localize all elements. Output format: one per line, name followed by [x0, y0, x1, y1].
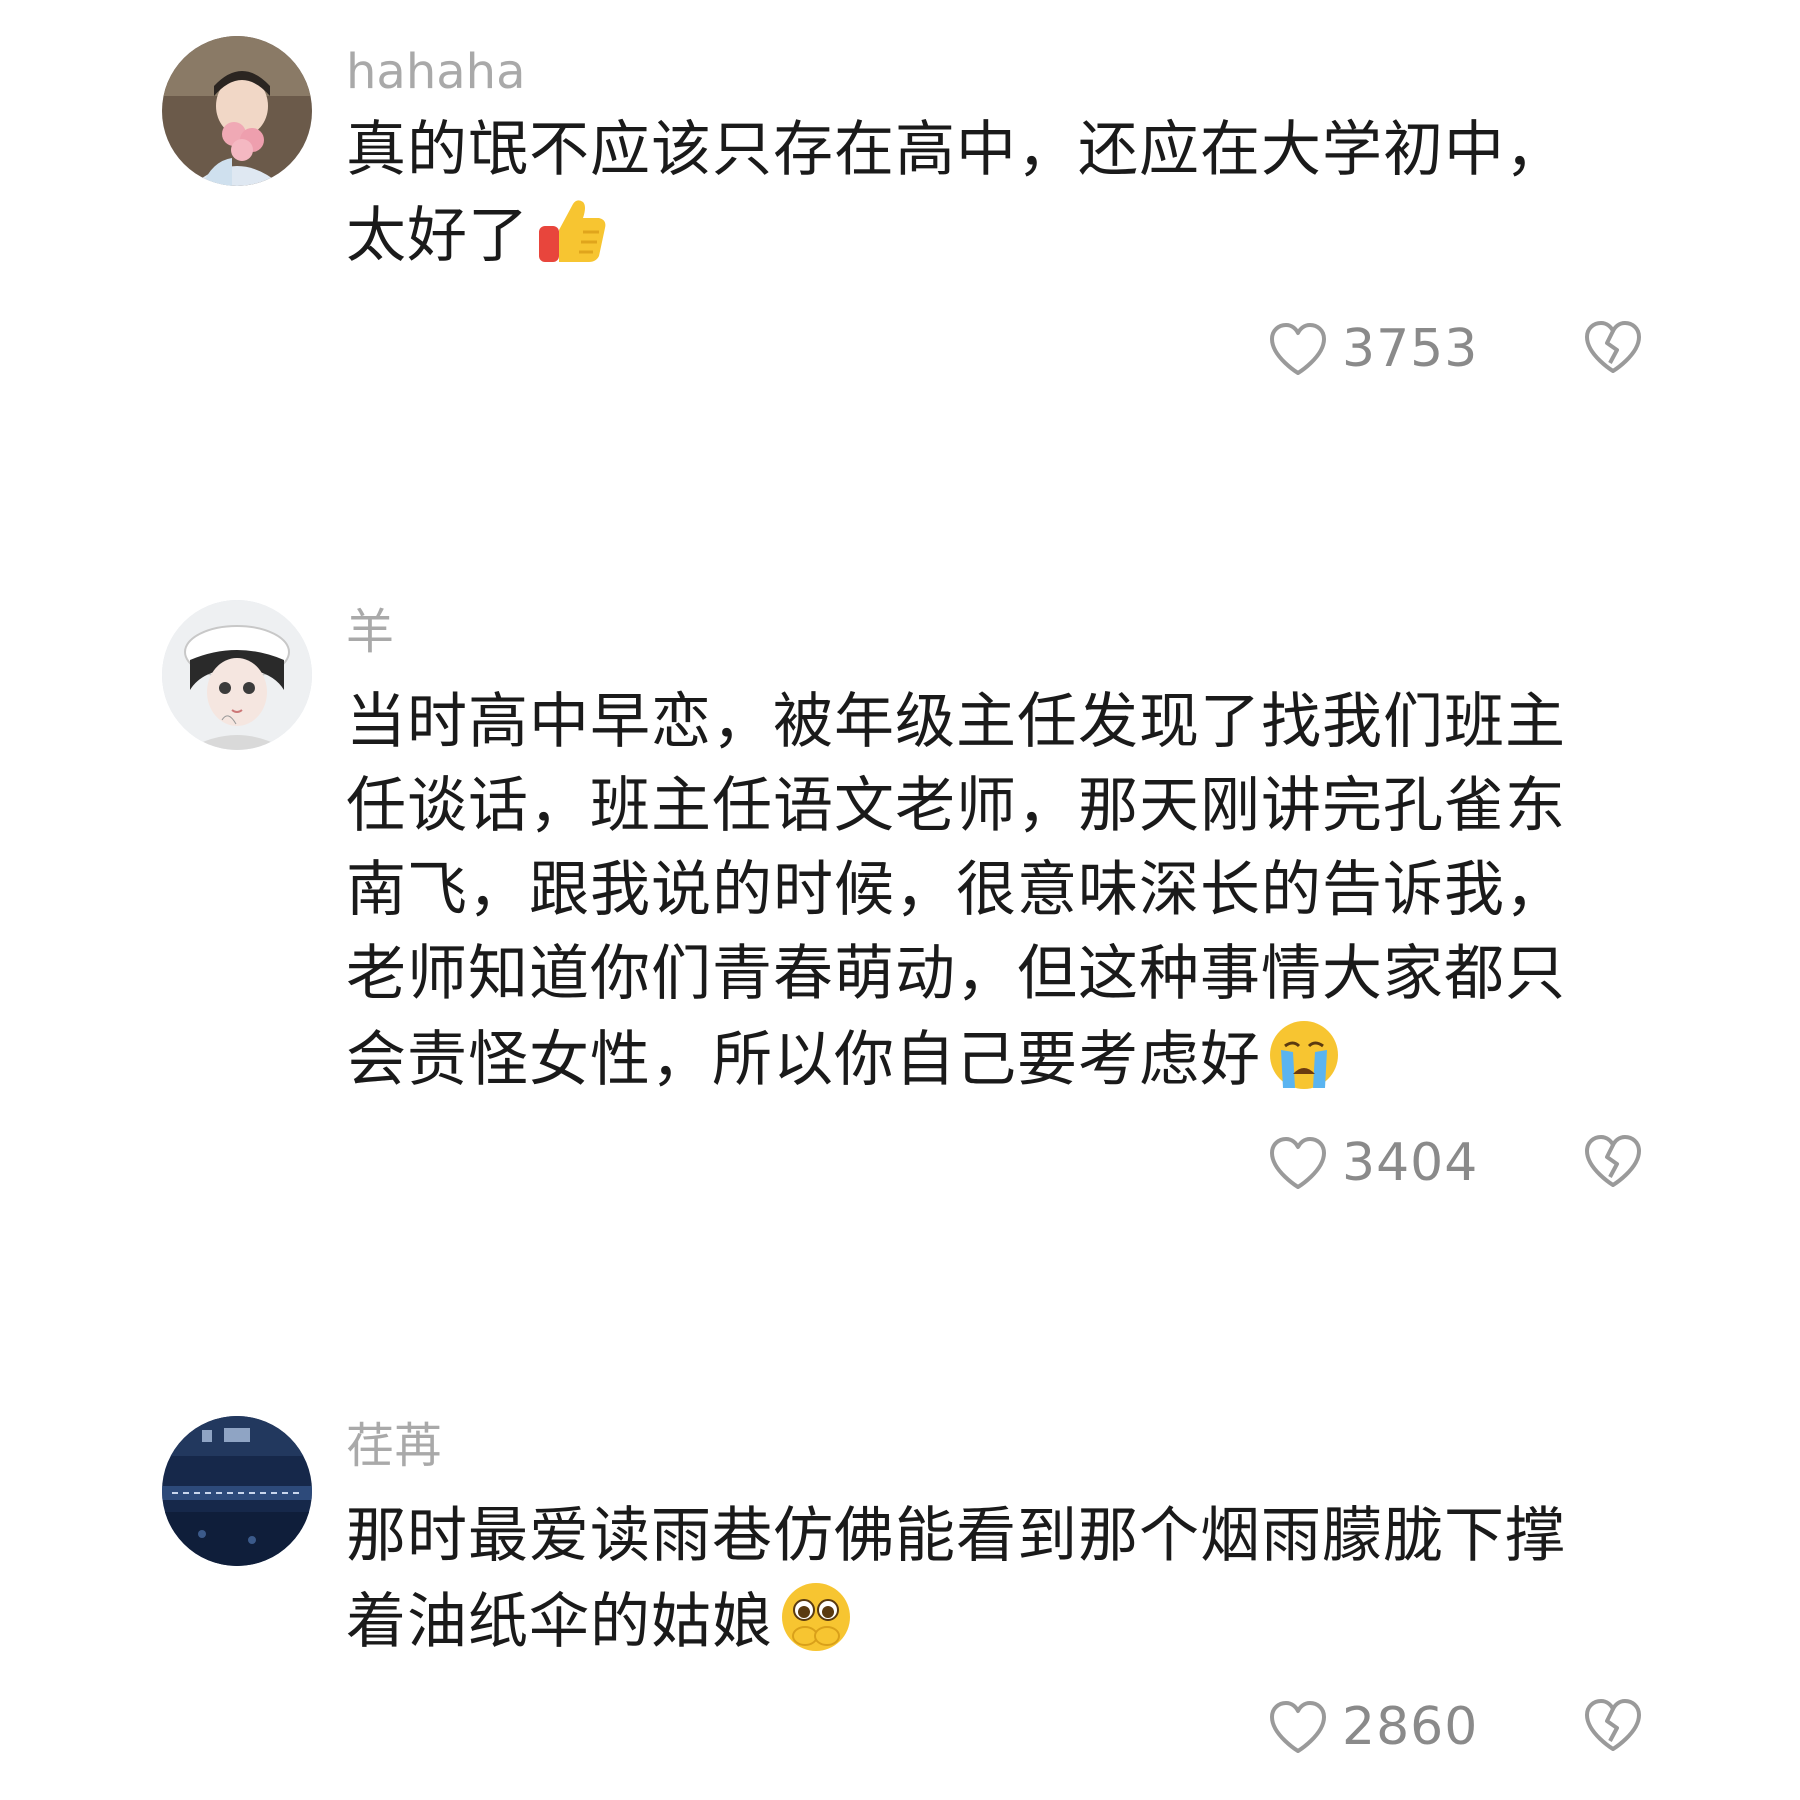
comment-text-content: 真的氓不应该只存在高中，还应在大学初中，太好了 — [346, 115, 1566, 271]
broken-heart-icon — [1585, 1699, 1641, 1751]
pleading-face-icon — [777, 1578, 855, 1656]
crying-face-icon — [1265, 1016, 1343, 1094]
like-count: 3404 — [1342, 1133, 1479, 1193]
like-button[interactable]: 2860 — [1268, 1692, 1478, 1762]
username[interactable]: hahaha — [346, 44, 526, 100]
thumbs-up-icon — [533, 192, 611, 270]
heart-outline-icon — [1270, 1137, 1326, 1189]
comment-text-content: 那时最爱读雨巷仿佛能看到那个烟雨朦胧下撑着油纸伞的姑娘 — [346, 1501, 1566, 1657]
dislike-button[interactable] — [1582, 1696, 1644, 1758]
comment-text-content: 当时高中早恋，被年级主任发现了找我们班主任谈话，班主任语文老师，那天刚讲完孔雀东… — [346, 687, 1566, 1095]
dislike-button[interactable] — [1582, 1132, 1644, 1194]
like-button[interactable]: 3753 — [1268, 314, 1478, 384]
like-count: 2860 — [1342, 1697, 1479, 1757]
dislike-button[interactable] — [1582, 318, 1644, 380]
comment-text: 那时最爱读雨巷仿佛能看到那个烟雨朦胧下撑着油纸伞的姑娘 — [346, 1494, 1606, 1664]
avatar[interactable] — [162, 600, 312, 750]
avatar[interactable] — [162, 1416, 312, 1566]
broken-heart-icon — [1585, 1135, 1641, 1187]
broken-heart-icon — [1585, 321, 1641, 373]
like-button[interactable]: 3404 — [1268, 1128, 1478, 1198]
heart-outline-icon — [1270, 1701, 1326, 1753]
username[interactable]: 羊 — [346, 604, 394, 660]
comment-text: 真的氓不应该只存在高中，还应在大学初中，太好了 — [346, 108, 1606, 278]
username[interactable]: 荏苒 — [346, 1418, 442, 1474]
avatar[interactable] — [162, 36, 312, 186]
comment-text: 当时高中早恋，被年级主任发现了找我们班主任谈话，班主任语文老师，那天刚讲完孔雀东… — [346, 680, 1606, 1102]
heart-outline-icon — [1270, 323, 1326, 375]
like-count: 3753 — [1342, 319, 1479, 379]
